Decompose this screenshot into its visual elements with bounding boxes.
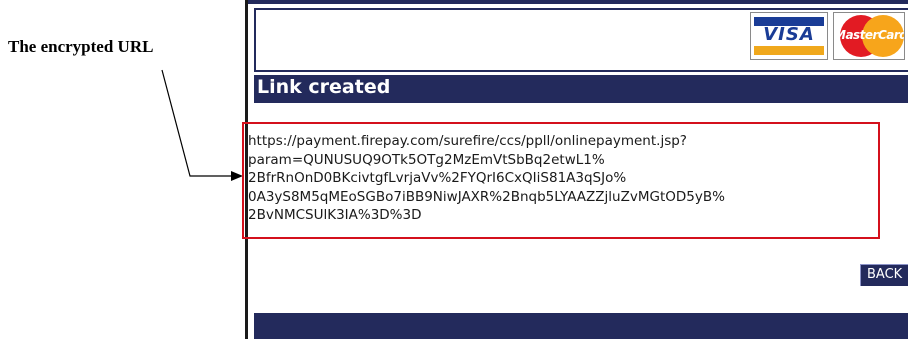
title-bar: Link created [254,75,908,103]
url-line: 2BfrRnOnD0BKcivtgfLvrjaVv%2FYQrI6CxQIiS8… [248,170,627,186]
footer-bar [254,313,908,339]
encrypted-url-highlight: https://payment.firepay.com/surefire/ccs… [242,122,880,239]
back-button[interactable]: BACK [860,264,908,286]
url-line: https://payment.firepay.com/surefire/ccs… [248,133,687,149]
payment-page-panel: VISA MasterCard Link created https://pay… [242,0,908,339]
visa-logo: VISA [750,12,828,60]
top-band [248,0,908,4]
url-line: 0A3yS8M5qMEoSGBo7iBB9NiwJAXR%2Bnqb5LYAAZ… [248,188,725,205]
encrypted-url[interactable]: https://payment.firepay.com/surefire/ccs… [248,132,858,225]
mastercard-logo-text: MasterCard [834,28,905,42]
url-line: 2BvNMCSUlK3IA%3D%3D [248,207,422,223]
url-line: param=QUNUSUQ9OTk5OTg2MzEmVtSbBq2etwL1% [248,151,605,168]
callout-arrow [161,69,243,181]
mastercard-logo: MasterCard [833,12,905,60]
page-title: Link created [257,76,391,98]
visa-logo-text: VISA [763,24,815,45]
